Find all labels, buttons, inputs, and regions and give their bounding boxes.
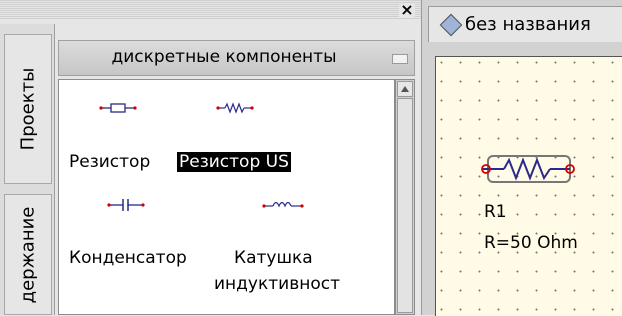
close-icon[interactable]: × xyxy=(399,2,415,18)
capacitor-icon xyxy=(107,199,145,211)
component-inductor[interactable]: Катушка индуктивност xyxy=(214,198,374,308)
schematic-canvas[interactable]: R1 R=50 Ohm xyxy=(435,56,622,316)
component-resistor[interactable]: Резистор xyxy=(69,102,174,182)
component-label-line1: Катушка xyxy=(234,248,313,268)
tab-contents[interactable]: держание xyxy=(4,194,52,315)
resistor-us-schematic-icon[interactable] xyxy=(478,154,576,184)
group-header-discrete-components[interactable]: дискретные компоненты xyxy=(58,40,415,76)
resistor-icon xyxy=(99,103,137,113)
component-label-line2: индуктивност xyxy=(214,274,340,294)
document-tab-title: без названия xyxy=(465,14,591,35)
scroll-thumb[interactable] xyxy=(397,98,413,313)
vertical-tabbar: Проекты держание xyxy=(0,24,55,315)
resistor-us-icon xyxy=(216,102,254,114)
component-resistor-us[interactable]: Резистор US xyxy=(176,102,326,182)
component-value: R=50 Ohm xyxy=(484,233,578,253)
component-label-selected: Резистор US xyxy=(177,152,291,172)
dock-titlebar[interactable] xyxy=(0,0,421,20)
component-capacitor[interactable]: Конденсатор xyxy=(69,198,199,278)
component-label: Резистор xyxy=(69,152,151,172)
tab-contents-label: держание xyxy=(17,206,39,303)
scroll-up-icon[interactable] xyxy=(397,81,413,97)
tab-projects-label: Проекты xyxy=(17,67,39,151)
document-diamond-icon xyxy=(439,13,463,37)
document-area: без названия R1 R=50 Ohm xyxy=(421,0,622,316)
components-list: Резистор Резистор US Конденсатор Катушка… xyxy=(58,79,395,315)
component-label: Конденсатор xyxy=(69,248,187,268)
tab-projects[interactable]: Проекты xyxy=(4,34,52,184)
components-scrollbar[interactable] xyxy=(395,79,415,315)
inductor-icon xyxy=(262,201,304,208)
collapse-icon[interactable] xyxy=(392,54,408,64)
tab-document[interactable]: без названия xyxy=(428,6,622,42)
components-dock: × Проекты держание дискретные компоненты… xyxy=(0,0,421,315)
group-title: дискретные компоненты xyxy=(111,47,337,67)
component-name: R1 xyxy=(484,202,507,222)
